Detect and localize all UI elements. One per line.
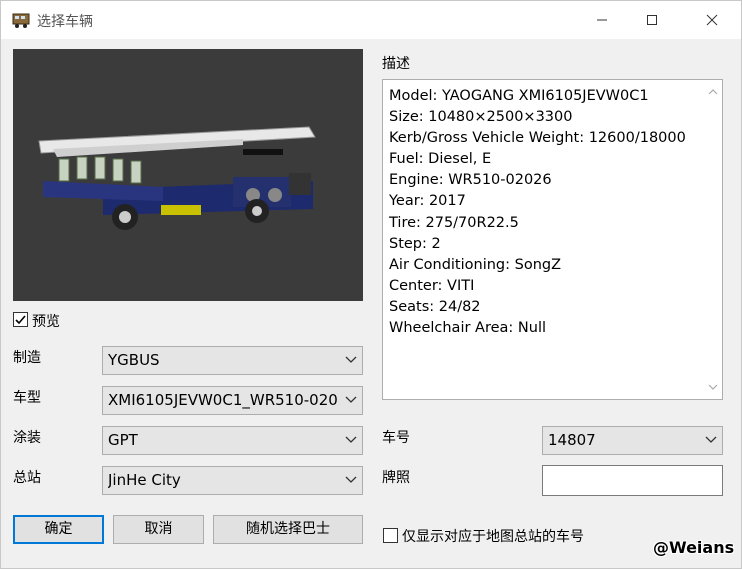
bus-chassis-render bbox=[38, 126, 316, 230]
manufacturer-label: 制造 bbox=[13, 350, 41, 366]
desc-line: Kerb/Gross Vehicle Weight: 12600/18000 bbox=[389, 130, 686, 147]
preview-label: 预览 bbox=[32, 314, 60, 330]
desc-line: Size: 10480×2500×3300 bbox=[389, 109, 573, 126]
filter-depot-label: 仅显示对应于地图总站的车号 bbox=[402, 529, 584, 545]
livery-dropdown[interactable]: GPT bbox=[102, 426, 363, 455]
manufacturer-value: YGBUS bbox=[108, 351, 160, 369]
fleet-number-label: 车号 bbox=[382, 430, 410, 446]
chevron-down-icon bbox=[345, 476, 357, 483]
ok-button[interactable]: 确定 bbox=[13, 515, 104, 544]
chevron-down-icon bbox=[345, 396, 357, 403]
chevron-down-icon bbox=[345, 356, 357, 363]
depot-value: JinHe City bbox=[108, 471, 181, 489]
close-icon bbox=[706, 14, 718, 26]
desc-line: Engine: WR510-02026 bbox=[389, 172, 552, 189]
model-dropdown[interactable]: XMI6105JEVW0C1_WR510-02026 bbox=[102, 386, 363, 415]
plate-label: 牌照 bbox=[382, 470, 410, 486]
chevron-down-icon bbox=[345, 436, 357, 443]
scroll-down-arrow-icon[interactable] bbox=[708, 383, 718, 391]
minimize-button[interactable] bbox=[579, 1, 625, 39]
filter-depot-checkbox[interactable] bbox=[383, 528, 398, 543]
livery-label: 涂装 bbox=[13, 430, 41, 446]
plate-input[interactable] bbox=[542, 465, 723, 496]
description-text: Model: YAOGANG XMI6105JEVW0C1 Size: 1048… bbox=[389, 86, 686, 339]
desc-line: Seats: 24/82 bbox=[389, 298, 481, 315]
vehicle-preview[interactable] bbox=[13, 49, 363, 301]
depot-dropdown[interactable]: JinHe City bbox=[102, 466, 363, 495]
chevron-down-icon bbox=[705, 436, 717, 443]
close-button[interactable] bbox=[689, 1, 735, 39]
scroll-up-arrow-icon[interactable] bbox=[708, 88, 718, 96]
random-bus-button[interactable]: 随机选择巴士 bbox=[213, 515, 363, 544]
desc-line: Air Conditioning: SongZ bbox=[389, 256, 562, 273]
maximize-icon bbox=[647, 15, 657, 25]
maximize-button[interactable] bbox=[629, 1, 675, 39]
livery-value: GPT bbox=[108, 431, 138, 449]
checkmark-icon bbox=[15, 315, 26, 325]
description-label: 描述 bbox=[382, 56, 410, 72]
cancel-button[interactable]: 取消 bbox=[113, 515, 204, 544]
minimize-icon bbox=[597, 19, 607, 21]
desc-line: Step: 2 bbox=[389, 235, 441, 252]
desc-line: Year: 2017 bbox=[389, 193, 466, 210]
preview-checkbox[interactable] bbox=[13, 312, 28, 327]
vehicle-select-window: 选择车辆 预览 制造 YGBUS 车型 XMI6105JEVW0C1_WR510… bbox=[0, 0, 742, 569]
title-bar[interactable]: 选择车辆 bbox=[1, 1, 741, 39]
watermark: @Weians bbox=[653, 538, 735, 557]
desc-line: Model: YAOGANG XMI6105JEVW0C1 bbox=[389, 88, 649, 104]
desc-line: Fuel: Diesel, E bbox=[389, 151, 492, 168]
window-title: 选择车辆 bbox=[37, 14, 93, 30]
bus-app-icon bbox=[12, 13, 30, 28]
fleet-number-value: 14807 bbox=[548, 431, 596, 449]
description-textarea[interactable]: Model: YAOGANG XMI6105JEVW0C1 Size: 1048… bbox=[382, 79, 723, 400]
desc-line: Tire: 275/70R22.5 bbox=[389, 214, 519, 231]
model-value: XMI6105JEVW0C1_WR510-02026 bbox=[108, 391, 338, 409]
manufacturer-dropdown[interactable]: YGBUS bbox=[102, 346, 363, 375]
desc-line: Center: VITI bbox=[389, 277, 475, 294]
depot-label: 总站 bbox=[13, 470, 41, 486]
model-label: 车型 bbox=[13, 390, 41, 406]
desc-line: Wheelchair Area: Null bbox=[389, 320, 547, 337]
fleet-number-dropdown[interactable]: 14807 bbox=[542, 426, 723, 455]
